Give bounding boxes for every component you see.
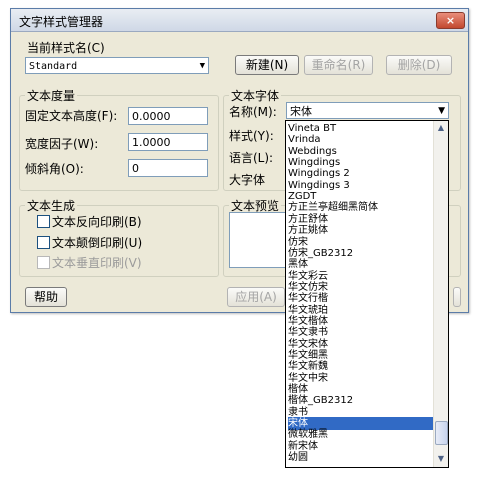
chevron-down-icon: ▼ — [199, 61, 205, 71]
upside-down-label: 文本颠倒印刷(U) — [52, 236, 143, 250]
partial-button[interactable] — [453, 287, 461, 307]
current-style-value: Standard — [29, 61, 78, 72]
scroll-up-icon[interactable]: ▲ — [434, 121, 448, 135]
big-font-label: 大字体 — [229, 173, 266, 187]
title-bar[interactable]: 文字样式管理器 × — [11, 9, 468, 32]
new-button[interactable]: 新建(N) — [235, 55, 299, 75]
preview-box — [229, 212, 287, 268]
upside-down-checkbox[interactable] — [37, 236, 50, 249]
scroll-down-icon[interactable]: ▼ — [434, 452, 448, 466]
backward-checkbox[interactable] — [37, 215, 50, 228]
dropdown-scrollbar[interactable]: ▲ ▼ — [433, 121, 448, 467]
width-factor-input[interactable]: 1.0000 — [128, 133, 208, 151]
current-style-label: 当前样式名(C) — [27, 41, 105, 55]
oblique-angle-label: 倾斜角(O): — [25, 162, 84, 176]
font-name-select[interactable]: 宋体 ▼ — [286, 102, 449, 119]
font-style-label: 样式(Y): — [229, 129, 274, 143]
fixed-height-label: 固定文本高度(F): — [25, 109, 118, 123]
oblique-angle-input[interactable]: 0 — [128, 159, 208, 177]
backward-label: 文本反向印刷(B) — [52, 215, 142, 229]
font-name-label: 名称(M): — [229, 105, 277, 119]
scroll-thumb[interactable] — [435, 421, 448, 445]
help-button[interactable]: 帮助 — [25, 287, 67, 307]
fixed-height-input[interactable]: 0.0000 — [128, 107, 208, 125]
width-factor-label: 宽度因子(W): — [25, 137, 99, 151]
chevron-down-icon: ▼ — [438, 106, 445, 116]
current-style-select[interactable]: Standard ▼ — [25, 57, 209, 74]
font-name-value: 宋体 — [290, 105, 312, 118]
window-title: 文字样式管理器 — [19, 15, 104, 29]
delete-button[interactable]: 删除(D) — [386, 55, 452, 75]
vertical-label: 文本垂直印刷(V) — [52, 256, 142, 270]
font-list-item[interactable]: 幼圆 — [288, 451, 433, 464]
close-button[interactable]: × — [436, 12, 465, 29]
vertical-checkbox[interactable] — [37, 256, 50, 269]
text-generation-title: 文本生成 — [25, 197, 78, 214]
rename-button[interactable]: 重命名(R) — [304, 55, 373, 75]
language-label: 语言(L): — [229, 151, 274, 165]
font-dropdown-list[interactable]: Vineta BT Vrinda Webdings Wingdings Wingding… — [285, 120, 449, 468]
text-metrics-title: 文本度量 — [25, 87, 78, 104]
apply-button[interactable]: 应用(A) — [227, 287, 285, 307]
text-font-title: 文本字体 — [229, 87, 282, 104]
